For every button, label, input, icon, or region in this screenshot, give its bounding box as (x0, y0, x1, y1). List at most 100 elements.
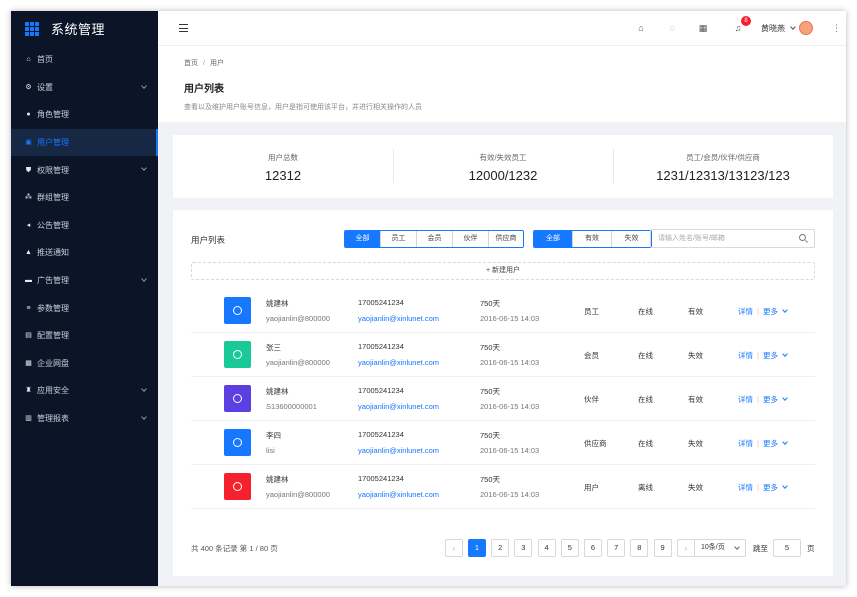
sidebar-item-13[interactable]: ▥ 管理报表 (11, 405, 158, 433)
user-account: yaojianlin@800000 (266, 358, 330, 367)
page-button-6[interactable]: 6 (584, 539, 602, 557)
shield-icon: ⛊ (25, 166, 32, 174)
sidebar-item-8[interactable]: ▬ 广告管理 (11, 267, 158, 295)
type-filter-option-3[interactable]: 伙伴 (452, 231, 488, 247)
sidebar-item-6[interactable]: ◂ 公告管理 (11, 212, 158, 240)
chevron-down-icon[interactable] (782, 307, 788, 313)
user-duration: 750天 (480, 387, 501, 396)
user-email[interactable]: yaojianlin@xinlunet.com (358, 314, 439, 323)
detail-link[interactable]: 详情 (738, 395, 753, 404)
user-email[interactable]: yaojianlin@xinlunet.com (358, 402, 439, 411)
chevron-down-icon[interactable] (782, 351, 788, 357)
group-icon: ⁂ (25, 194, 32, 202)
divider: | (757, 307, 759, 316)
user-phone: 17005241234 (358, 430, 404, 439)
page-button-9[interactable]: 9 (653, 539, 672, 557)
user-phone: 17005241234 (358, 386, 404, 395)
row-actions: 详情 | 更多 (738, 438, 788, 449)
user-phone: 17005241234 (358, 342, 404, 351)
user-online-status: 在线 (638, 351, 653, 360)
user-type: 用户 (584, 483, 599, 492)
page-description: 查看以及维护用户账号信息，用户是指可使用该平台，并进行相关操作的人员 (184, 104, 422, 111)
sidebar-item-12[interactable]: ♜ 应用安全 (11, 377, 158, 405)
page-button-3[interactable]: 3 (514, 539, 533, 557)
chevron-down-icon (141, 413, 147, 420)
status-filter-option-1[interactable]: 有效 (572, 231, 611, 247)
more-link[interactable]: 更多 (763, 307, 778, 316)
more-link[interactable]: 更多 (763, 439, 778, 448)
page-button-4[interactable]: 4 (537, 539, 556, 557)
type-filter-option-0[interactable]: 全部 (345, 231, 380, 247)
search-icon[interactable] (799, 234, 806, 241)
detail-link[interactable]: 详情 (738, 439, 753, 448)
more-link[interactable]: 更多 (763, 351, 778, 360)
page-button-7[interactable]: 7 (607, 539, 626, 557)
type-filter-option-4[interactable]: 供应商 (488, 231, 523, 247)
breadcrumb: 首页 / 用户 (184, 60, 224, 67)
status-filter-option-2[interactable]: 失效 (611, 231, 651, 247)
prev-page-button[interactable]: ‹ (445, 539, 463, 557)
username[interactable]: 黄晓燕 (761, 23, 785, 34)
chevron-down-icon[interactable] (790, 24, 796, 30)
sidebar-item-11[interactable]: ▦ 企业网盘 (11, 350, 158, 378)
user-name: 姚建林 (266, 299, 289, 308)
sidebar-item-1[interactable]: ⚙ 设置 (11, 74, 158, 102)
chevron-down-icon[interactable] (782, 483, 788, 489)
sidebar-item-5[interactable]: ⁂ 群组管理 (11, 184, 158, 212)
page-button-5[interactable]: 5 (560, 539, 579, 557)
row-actions: 详情 | 更多 (738, 350, 788, 361)
breadcrumb-home[interactable]: 首页 (184, 60, 198, 67)
detail-link[interactable]: 详情 (738, 351, 753, 360)
user-email[interactable]: yaojianlin@xinlunet.com (358, 358, 439, 367)
type-filter-option-1[interactable]: 员工 (380, 231, 416, 247)
notification-badge: 8 (741, 16, 751, 26)
user-duration: 750天 (480, 299, 501, 308)
user-email[interactable]: yaojianlin@xinlunet.com (358, 490, 439, 499)
status-filter-option-0[interactable]: 全部 (534, 231, 572, 247)
sidebar-item-3[interactable]: ▣ 用户管理 (11, 128, 158, 157)
jump-input[interactable]: 5 (773, 539, 801, 557)
detail-link[interactable]: 详情 (738, 307, 753, 316)
avatar[interactable] (799, 21, 813, 35)
headset-icon[interactable]: ◌ (667, 23, 677, 33)
user-phone: 17005241234 (358, 474, 404, 483)
user-name: 姚建林 (266, 475, 289, 484)
chevron-down-icon[interactable] (782, 395, 788, 401)
apps-icon[interactable]: ▦ (698, 23, 708, 33)
add-user-button[interactable]: + 新建用户 (191, 262, 815, 280)
menu-toggle-icon[interactable] (179, 24, 188, 32)
user-last-login: 2016-06-15 14:03 (480, 446, 540, 455)
home-icon[interactable]: ⌂ (636, 23, 646, 33)
more-icon[interactable]: ⋮ (832, 23, 841, 34)
sidebar-item-label: 群组管理 (37, 193, 69, 203)
search-input[interactable] (651, 230, 791, 247)
stat-value: 12312 (264, 168, 302, 183)
next-page-button[interactable]: › (677, 539, 695, 557)
sidebar-item-9[interactable]: ≡ 参数管理 (11, 294, 158, 322)
divider: | (757, 351, 759, 360)
more-link[interactable]: 更多 (763, 395, 778, 404)
table-row: 姚建林 S13600000001 17005241234 yaojianlin@xin… (191, 377, 815, 421)
table-row: 张三 yaojianlin@800000 17005241234 yaojianlin… (191, 333, 815, 377)
sidebar-item-2[interactable]: ● 角色管理 (11, 101, 158, 129)
sidebar-item-0[interactable]: ⌂ 首页 (11, 46, 158, 74)
sidebar-item-10[interactable]: ▤ 配置管理 (11, 322, 158, 350)
user-avatar-icon (224, 385, 251, 412)
user-type: 会员 (584, 351, 599, 360)
search-box (650, 229, 815, 248)
page-button-2[interactable]: 2 (491, 539, 510, 557)
detail-link[interactable]: 详情 (738, 483, 753, 492)
user-email[interactable]: yaojianlin@xinlunet.com (358, 446, 439, 455)
chevron-down-icon[interactable] (782, 439, 788, 445)
sidebar-item-4[interactable]: ⛊ 权限管理 (11, 156, 158, 184)
page-size-select[interactable]: 10条/页 (694, 539, 746, 557)
user-account: lisi (266, 446, 275, 455)
type-filter-option-2[interactable]: 会员 (416, 231, 452, 247)
more-link[interactable]: 更多 (763, 483, 778, 492)
user-name: 李四 (266, 431, 281, 440)
stats-panel: 用户总数 12312 有效/失效员工 12000/1232 员工/会员/伙伴/供… (173, 135, 833, 198)
page-button-8[interactable]: 8 (630, 539, 649, 557)
page-button-1[interactable]: 1 (468, 539, 486, 557)
pagination-summary: 共 400 条记录 第 1 / 80 页 (191, 544, 278, 553)
sidebar-item-7[interactable]: ▲ 推送通知 (11, 239, 158, 267)
